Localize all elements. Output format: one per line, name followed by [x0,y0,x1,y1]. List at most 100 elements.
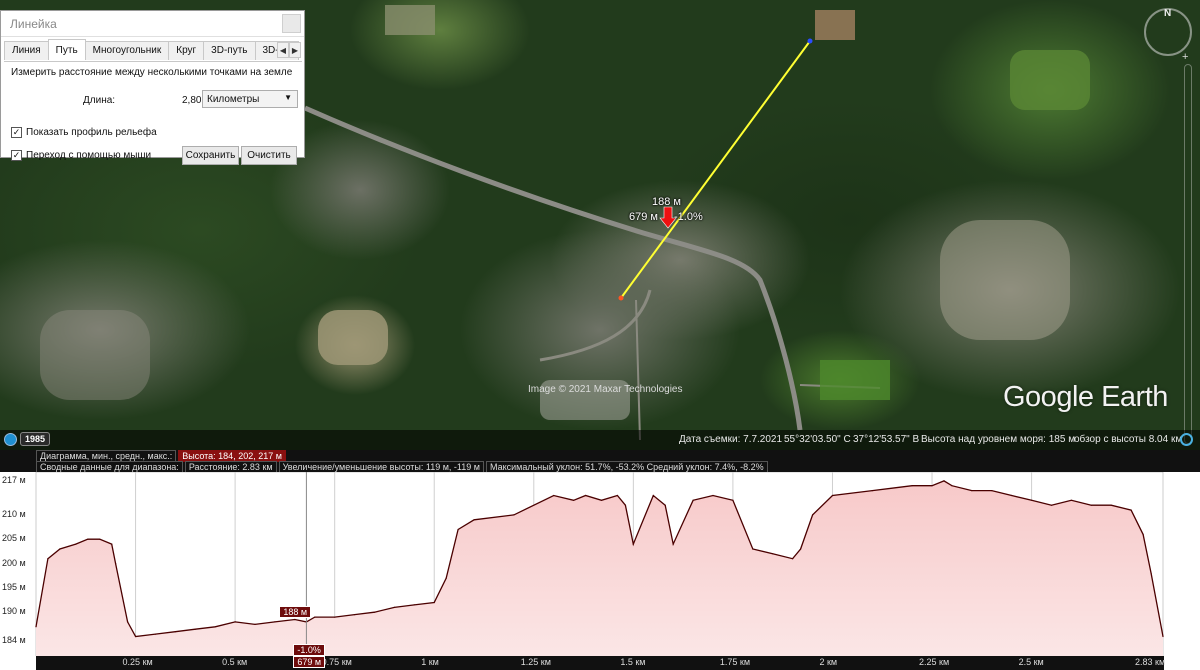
elevation-point [154,633,157,635]
search-icon[interactable] [1180,433,1193,446]
show-profile-label: Показать профиль рельефа [26,127,157,138]
elevation-point [1031,499,1033,501]
elevation-point [99,538,101,540]
field-patch [815,10,855,40]
x-tick-label: 0.5 км [222,657,248,667]
compass-icon[interactable]: N [1144,8,1192,56]
tab-path[interactable]: Путь [47,39,86,60]
elevation-point [1142,533,1144,535]
tab-circle[interactable]: Круг [168,41,205,60]
capture-date: Дата съемки: 7.7.2021 [679,434,783,445]
x-tick-label: 2 км [819,657,838,667]
elevation-point [127,621,129,623]
historical-imagery-control[interactable]: 1985 [4,432,51,447]
elevation-point [943,480,945,482]
elevation-point [732,499,734,501]
x-tick-label: 2.25 км [919,657,950,667]
field-patch [318,310,388,365]
elevation-chart[interactable] [0,472,1200,656]
elevation-point [931,485,933,487]
chevron-down-icon: ▼ [284,93,292,102]
y-tick-label: 200 м [2,557,26,568]
close-icon[interactable] [282,14,301,33]
field-patch [820,360,890,400]
elevation-point [334,616,336,618]
google-earth-logo: Google Earth [1003,381,1168,413]
mouse-nav-row[interactable]: ✓ Переход с помощью мыши [11,150,151,161]
elevation-point [616,494,619,497]
zoom-slider[interactable]: + − [1182,51,1192,450]
clock-globe-icon[interactable] [4,433,17,446]
ruler-tabs: Линия Путь Многоугольник Круг 3D-путь 3D… [4,39,300,61]
x-tick-label: 1 км [421,657,439,667]
elevation-point [800,548,802,550]
y-tick-label: 190 м [2,606,26,617]
elevation-point [513,514,515,516]
elevation-point [115,563,117,565]
elevation-point [664,504,666,506]
elevation-point [413,604,415,606]
elevation-point [47,558,49,560]
local-road [635,299,641,441]
settlement-area [40,310,150,400]
elevation-point [692,499,694,501]
elevation-point [1050,504,1053,506]
elevation-point [752,548,754,550]
zoom-in-icon[interactable]: + [1182,51,1188,63]
x-tick-label: 0.25 км [122,657,153,667]
elevation-point [652,494,654,497]
mouse-nav-checkbox[interactable]: ✓ [11,150,22,161]
elevation-point [254,623,256,625]
tab-polygon[interactable]: Многоугольник [84,41,170,60]
elevation-point [111,543,113,545]
y-tick-label: 184 м [2,635,26,646]
length-label: Длина: [83,95,116,106]
settlement-area [940,220,1070,340]
elevation-point [712,494,714,497]
elevation-point [234,621,236,623]
tab-3d-path[interactable]: 3D-путь [203,41,256,60]
elevation-point [831,494,834,497]
tab-scroll-right-icon[interactable]: ▶ [289,42,301,58]
length-value: 2,80 [182,95,202,106]
cursor-elevation-tag: 188 м [279,605,312,618]
y-tick-label: 217 м [2,474,26,485]
elevation-point [792,558,794,560]
elevation-point [772,553,774,555]
elevation-point [194,628,196,630]
marker-distance: 679 м [629,211,658,223]
elevation-point [600,499,603,501]
show-profile-row[interactable]: ✓ Показать профиль рельефа [11,127,157,138]
x-tick-label: 1.25 км [520,657,551,667]
elevation-point [274,621,276,623]
elevation-point [812,514,814,516]
x-tick-label: 2.83 км [1135,657,1166,667]
cursor-distance-tag: 679 м [293,656,326,668]
tab-scroll-left-icon[interactable]: ◀ [277,42,289,58]
elevation-point [951,485,953,487]
show-profile-checkbox[interactable]: ✓ [11,127,22,138]
elevation-profile-panel[interactable]: Диаграмма, мин., средн., макс.: Высота: 1… [0,450,1200,670]
elevation-point [1162,635,1164,638]
elevation-point [624,504,627,506]
save-button[interactable]: Сохранить [182,146,239,165]
history-year-badge[interactable]: 1985 [20,432,51,446]
status-bar: 1985 Дата съемки: 7.7.2021 55°32'03.50" … [0,430,1200,450]
elevation-point [35,626,37,628]
unit-select[interactable]: Километры ▼ [202,90,298,108]
field-patch [385,5,435,35]
elevation-point [445,577,447,579]
path-start-point[interactable] [618,295,624,301]
y-tick-label: 205 м [2,533,26,544]
elevation-point [59,548,61,550]
elevation-point [87,538,89,540]
elevation-point [573,499,575,501]
path-end-point[interactable] [807,38,813,44]
imagery-credit: Image © 2021 Maxar Technologies [528,384,683,395]
clear-button[interactable]: Очистить [241,146,297,165]
field-patch [1010,50,1090,110]
marker-slope: -1.0% [674,211,703,223]
tab-line[interactable]: Линия [4,41,49,60]
elevation-point [214,626,216,628]
elevation-point [553,494,555,497]
